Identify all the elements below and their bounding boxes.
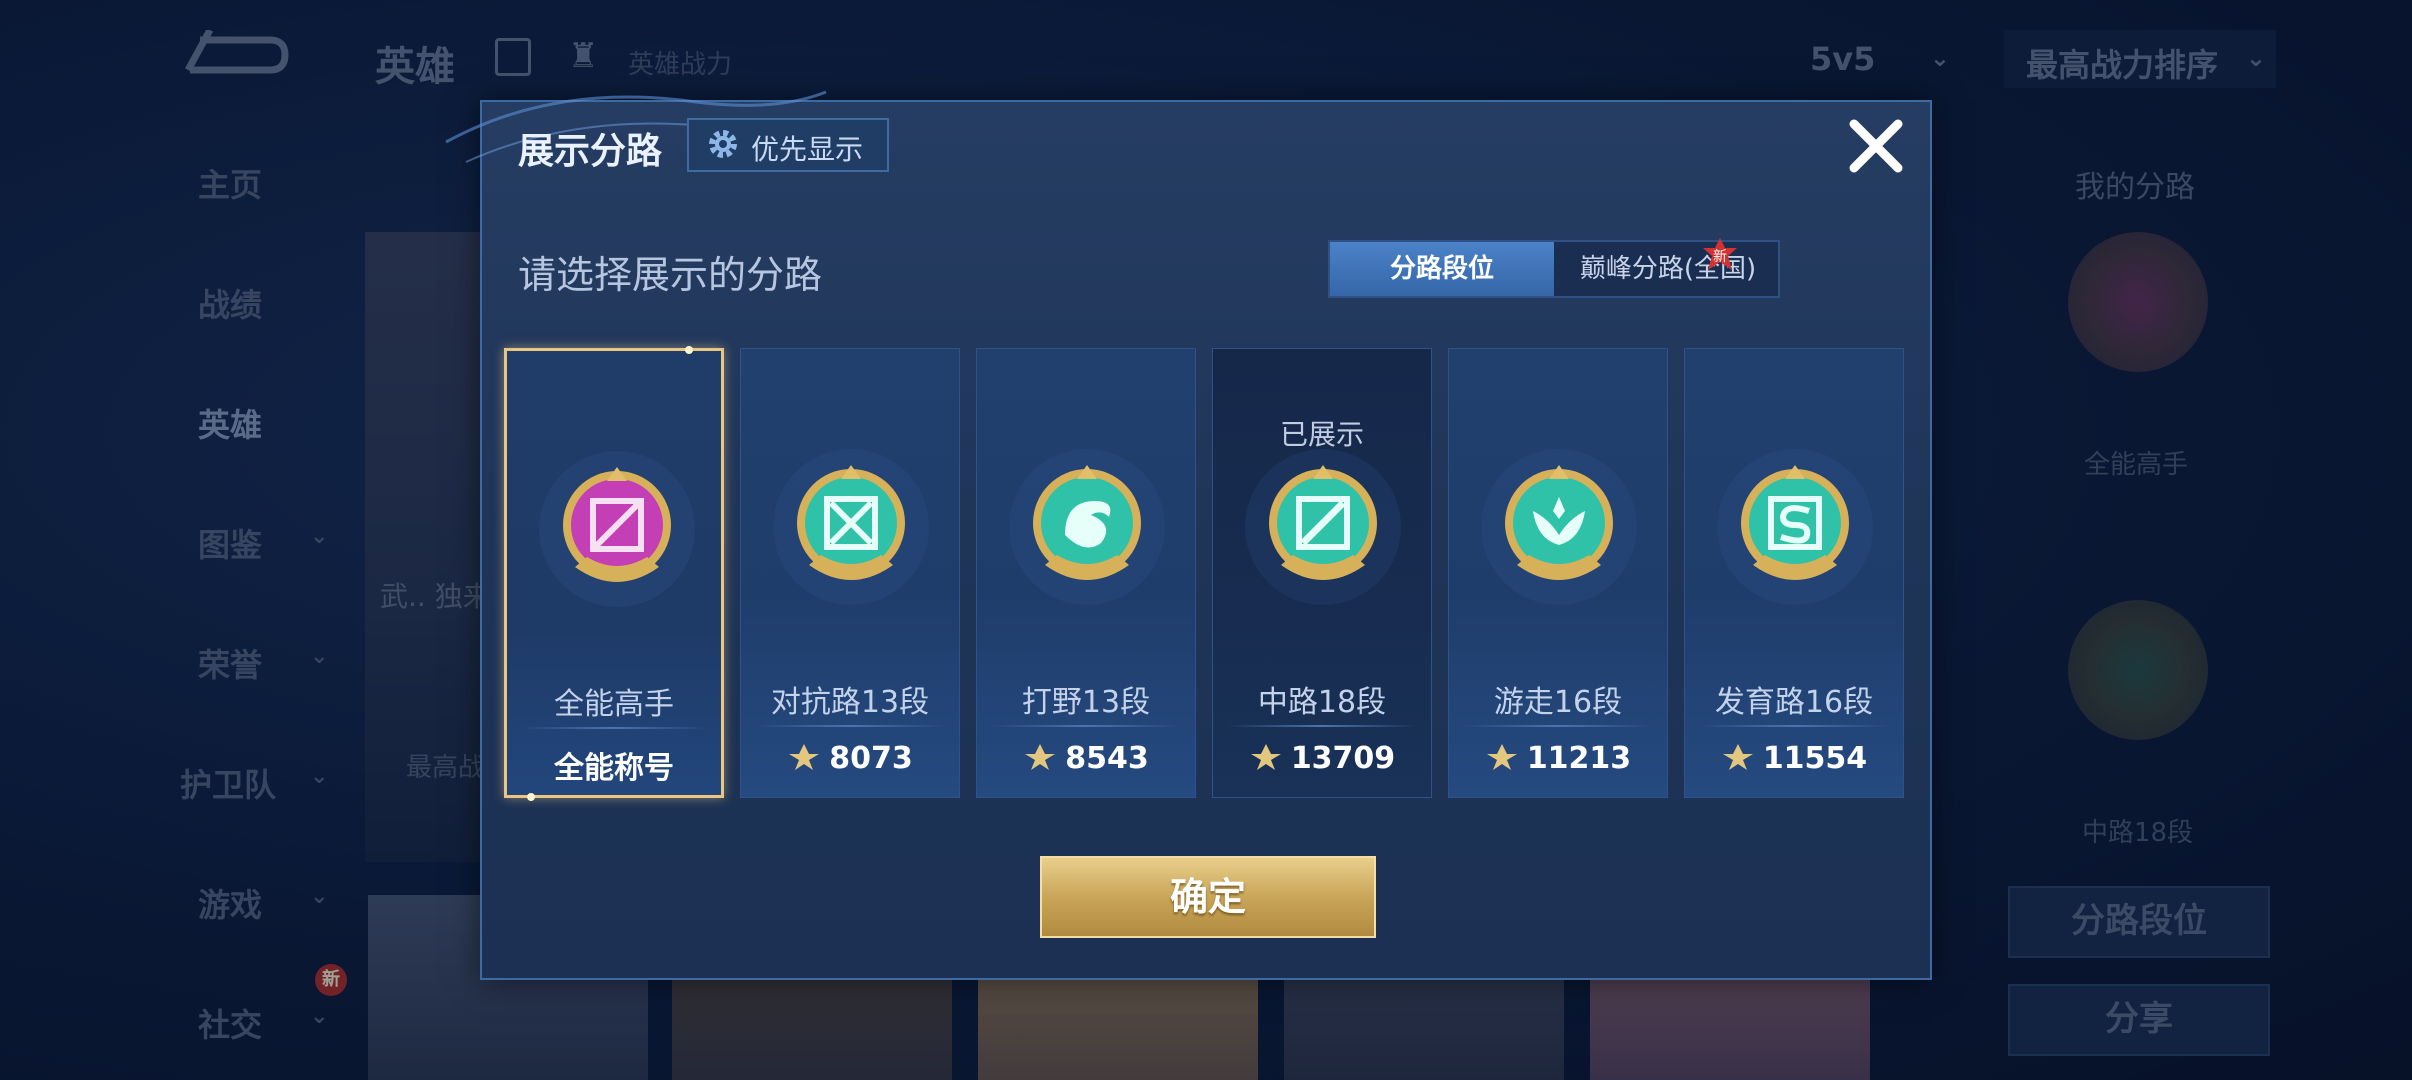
lane-card-all-round[interactable]: 全能高手 全能称号: [504, 346, 724, 801]
svg-text:新: 新: [1713, 249, 1727, 265]
lane-score: 11213: [1449, 741, 1667, 776]
lane-score: 11554: [1685, 741, 1903, 776]
lane-name: 对抗路13段: [770, 685, 930, 720]
confirm-button[interactable]: 确定: [1040, 856, 1376, 938]
power-icon: [789, 744, 820, 770]
jungle-emblem: [1009, 449, 1165, 605]
lane-name: 中路18段: [1257, 685, 1387, 720]
dialog-title: 展示分路: [518, 131, 663, 172]
gear-icon: [709, 130, 737, 158]
divider: [755, 725, 945, 727]
priority-display-button[interactable]: 优先显示: [687, 118, 889, 172]
power-icon: [1722, 744, 1753, 770]
divider: [991, 725, 1181, 727]
lane-card-roam[interactable]: 游走16段 11213: [1448, 348, 1668, 798]
lane-name: 发育路16段: [1714, 685, 1874, 720]
all-round-emblem: [539, 451, 695, 607]
power-icon: [1025, 744, 1056, 770]
lane-card-jungle[interactable]: 打野13段 8543: [976, 348, 1196, 798]
lane-name: 全能高手: [554, 687, 674, 722]
lane-score: 8543: [977, 741, 1195, 776]
lane-score-value: 13709: [1290, 741, 1396, 776]
corner-sparkle: [685, 346, 693, 354]
lane-card-mid[interactable]: 已展示 中路18段 13709: [1212, 348, 1432, 798]
tab-peak-lane[interactable]: 巅峰分路(全国): [1554, 242, 1782, 296]
clash-lane-emblem: [773, 449, 929, 605]
divider: [1463, 725, 1653, 727]
priority-display-label: 优先显示: [751, 133, 864, 166]
lane-score: 8073: [741, 741, 959, 776]
power-icon: [1250, 744, 1281, 770]
divider: [1699, 725, 1889, 727]
lane-display-dialog: 展示分路 优先显示 请选择展示的分路 分路段位 巅峰分路(全国) 新 全能高手 …: [445, 90, 1932, 980]
corner-sparkle: [527, 793, 535, 801]
lane-score-value: 11213: [1526, 741, 1632, 776]
lane-card-farm[interactable]: 发育路16段 11554: [1684, 348, 1904, 798]
lane-card-clash[interactable]: 对抗路13段 8073: [740, 348, 960, 798]
close-button[interactable]: [1844, 114, 1908, 178]
mid-lane-emblem: [1245, 449, 1401, 605]
lane-score-value: 8073: [829, 741, 913, 776]
farm-lane-emblem: [1717, 449, 1873, 605]
roam-emblem: [1481, 449, 1637, 605]
close-icon: [1849, 119, 1903, 173]
lane-score-value: 8543: [1065, 741, 1149, 776]
lane-value-text: 全能称号: [554, 751, 674, 786]
divider: [521, 727, 707, 729]
power-icon: [1486, 744, 1517, 770]
lane-score-value: 11554: [1762, 741, 1868, 776]
divider: [1227, 725, 1417, 727]
lane-value: 全能称号: [507, 743, 721, 787]
new-badge-icon: 新: [1703, 238, 1737, 270]
dialog-subtitle: 请选择展示的分路: [518, 253, 823, 297]
lane-name: 打野13段: [1021, 685, 1151, 720]
lane-score: 13709: [1213, 741, 1431, 776]
tab-lane-rank[interactable]: 分路段位: [1330, 242, 1554, 296]
lane-name: 游走16段: [1493, 685, 1623, 720]
